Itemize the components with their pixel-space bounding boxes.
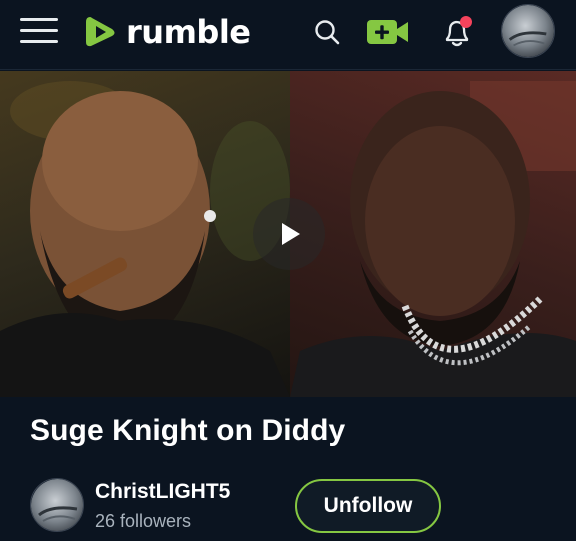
play-button[interactable]: [253, 198, 325, 270]
user-avatar[interactable]: [501, 4, 555, 58]
upload-video-icon: [367, 20, 408, 44]
top-bar: rumble: [0, 0, 576, 70]
video-title[interactable]: Suge Knight on Diddy: [30, 414, 345, 448]
search-icon: [315, 20, 340, 45]
video-thumbnail[interactable]: [0, 71, 576, 397]
play-icon: [282, 223, 300, 245]
channel-avatar[interactable]: [30, 478, 84, 532]
menu-icon[interactable]: [20, 16, 58, 46]
avatar: [31, 479, 83, 531]
brand-name: rumble: [126, 13, 251, 51]
upload-button[interactable]: [365, 14, 411, 50]
thumbnail-left-photo: [0, 71, 290, 397]
channel-name[interactable]: ChristLIGHT5: [95, 480, 230, 504]
rumble-app: rumble Suge Knight on Diddy ChristLIGHT5…: [0, 0, 576, 541]
search-button[interactable]: [309, 14, 345, 50]
notifications-button[interactable]: [437, 14, 477, 50]
rumble-logo[interactable]: rumble: [82, 10, 251, 54]
follower-count: 26 followers: [95, 511, 192, 531]
avatar: [502, 5, 554, 57]
rumble-logo-icon: [86, 17, 115, 47]
unfollow-button[interactable]: Unfollow: [295, 479, 441, 533]
notification-bell-icon: [445, 16, 472, 47]
thumbnail-right-photo: [290, 71, 576, 397]
